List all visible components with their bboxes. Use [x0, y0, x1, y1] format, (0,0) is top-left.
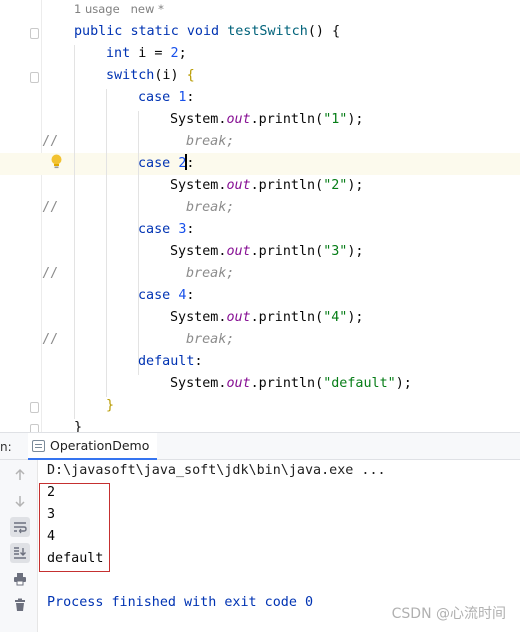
keyword: public	[74, 24, 123, 39]
code-text: ;	[178, 46, 187, 61]
keyword: void	[186, 24, 220, 39]
console-exit-message: Process finished with exit code 0	[47, 595, 314, 610]
code-line-break-2: break;	[186, 200, 235, 215]
code-line-case-4: case 4:	[138, 285, 194, 307]
code-text: :	[186, 288, 195, 303]
current-line-highlight	[0, 153, 520, 175]
code-line-print-2: System.out.println("2");	[170, 175, 364, 197]
static-field: out	[226, 112, 251, 127]
code-line-print-default: System.out.println("default");	[170, 373, 412, 395]
brace: {	[186, 68, 195, 83]
static-field: out	[226, 376, 251, 391]
code-text: System.	[170, 244, 227, 259]
watermark: CSDN @心流时间	[391, 606, 506, 622]
code-text: System.	[170, 376, 227, 391]
code-line-close-method: }	[74, 420, 83, 432]
lightbulb-icon[interactable]	[50, 154, 63, 169]
code-text: );	[395, 376, 412, 391]
code-line-print-3: System.out.println("3");	[170, 241, 364, 263]
code-editor[interactable]: 1 usage new * public static void testSwi…	[0, 0, 520, 432]
keyword: default	[138, 354, 195, 369]
editor-gutter	[0, 0, 42, 432]
arrow-up-icon[interactable]	[10, 465, 30, 485]
indent-guide	[106, 89, 107, 397]
static-field: out	[226, 310, 251, 325]
code-text: :	[186, 222, 195, 237]
fold-marker[interactable]	[30, 28, 39, 39]
string-literal: "2"	[323, 178, 348, 193]
code-text: (i)	[154, 68, 187, 83]
static-field: out	[226, 244, 251, 259]
fold-marker[interactable]	[30, 424, 39, 432]
keyword: static	[130, 24, 179, 39]
fold-marker[interactable]	[30, 402, 39, 413]
keyword: int	[106, 46, 131, 61]
code-line-method-signature: public static void testSwitch() {	[74, 21, 340, 43]
string-literal: "3"	[323, 244, 348, 259]
trash-icon[interactable]	[10, 595, 30, 615]
string-literal: "1"	[323, 112, 348, 127]
keyword: switch	[106, 68, 155, 83]
comment-marker: //	[42, 266, 59, 281]
keyword: case	[138, 90, 171, 105]
code-text: );	[347, 178, 364, 193]
code-line-case-1: case 1:	[138, 87, 194, 109]
code-text: .println(	[250, 112, 324, 127]
code-line-declaration: int i = 2;	[106, 43, 187, 65]
comment-marker: //	[42, 134, 59, 149]
code-text: .println(	[250, 376, 324, 391]
keyword: case	[138, 222, 171, 237]
console-toolbar	[0, 460, 38, 632]
tab-operation-demo[interactable]: OperationDemo	[28, 433, 158, 460]
code-line-break-3: break;	[186, 266, 235, 281]
code-text: () {	[307, 24, 341, 39]
code-text: .println(	[250, 178, 324, 193]
arrow-down-icon[interactable]	[10, 491, 30, 511]
code-text: :	[186, 90, 195, 105]
run-tool-window-header: n: OperationDemo	[0, 432, 520, 460]
code-line-print-1: System.out.println("1");	[170, 109, 364, 131]
scroll-to-end-icon[interactable]	[10, 543, 30, 563]
code-line-close-switch: }	[106, 398, 115, 413]
code-text: .println(	[250, 244, 324, 259]
indent-guide	[74, 45, 75, 419]
keyword: case	[138, 288, 171, 303]
code-text: System.	[170, 178, 227, 193]
console-command-line: D:\javasoft\java_soft\jdk\bin\java.exe .…	[47, 463, 386, 478]
code-line-switch: switch(i) {	[106, 65, 195, 87]
method-name: testSwitch	[227, 24, 308, 39]
fold-marker[interactable]	[30, 72, 39, 83]
tab-label: OperationDemo	[50, 438, 150, 453]
code-text: :	[186, 156, 195, 171]
inlay-hints[interactable]: 1 usage new *	[74, 2, 164, 16]
code-text: );	[347, 112, 364, 127]
comment-marker: //	[42, 200, 59, 215]
print-icon[interactable]	[10, 569, 30, 589]
code-line-case-2: case 2:	[138, 153, 194, 175]
code-line-default: default:	[138, 351, 203, 373]
code-text: );	[347, 244, 364, 259]
code-line-break-1: break;	[186, 134, 235, 149]
code-text: :	[194, 354, 203, 369]
code-line-break-4: break;	[186, 332, 235, 347]
code-text: .println(	[250, 310, 324, 325]
code-line-print-4: System.out.println("4");	[170, 307, 364, 329]
string-literal: "4"	[323, 310, 348, 325]
string-literal: "default"	[323, 376, 396, 391]
number-literal: 2	[170, 46, 179, 61]
code-text: System.	[170, 112, 227, 127]
static-field: out	[226, 178, 251, 193]
code-text: System.	[170, 310, 227, 325]
indent-guide	[138, 111, 139, 375]
output-highlight-box	[39, 483, 110, 572]
keyword: case	[138, 156, 171, 171]
comment-marker: //	[42, 332, 59, 347]
code-line-case-3: case 3:	[138, 219, 194, 241]
console-icon	[32, 439, 45, 452]
code-text: i =	[130, 46, 171, 61]
run-label: n:	[0, 440, 12, 454]
code-text: );	[347, 310, 364, 325]
soft-wrap-icon[interactable]	[10, 517, 30, 537]
